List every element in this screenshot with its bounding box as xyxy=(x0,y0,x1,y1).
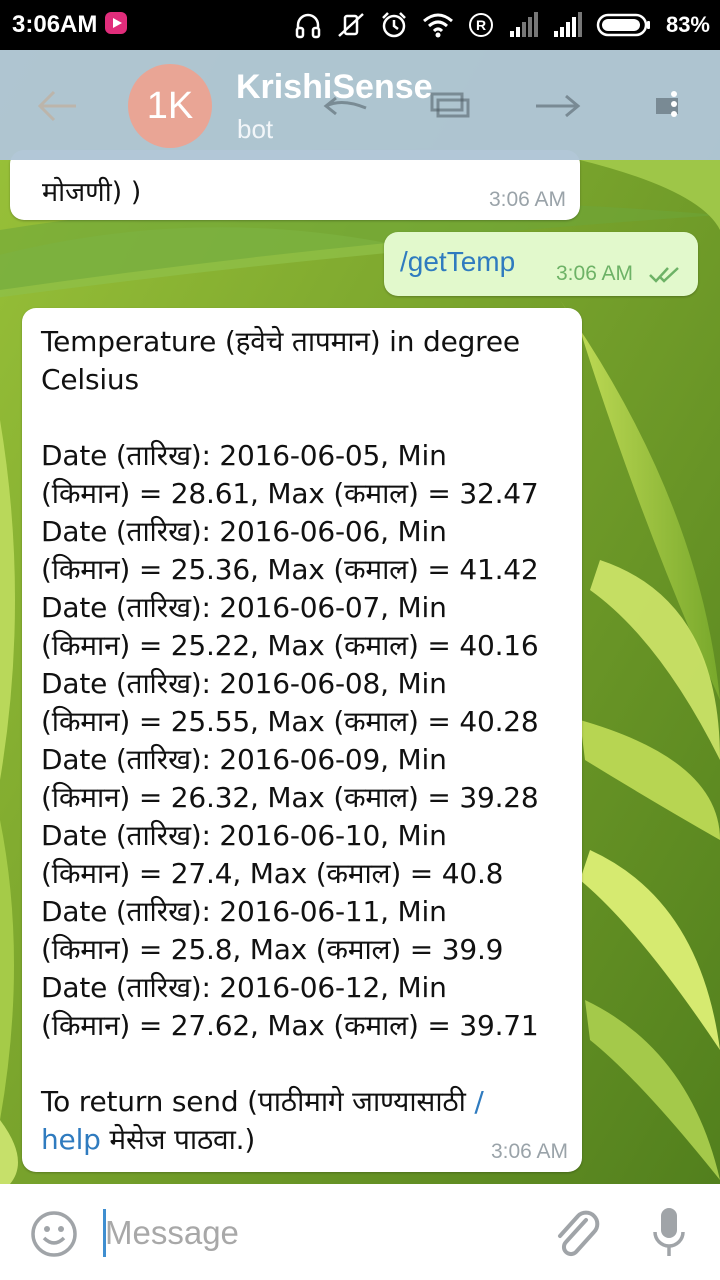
message-title-line: Temperature (हवेचे तापमान) in degree xyxy=(41,325,520,358)
mute-icon xyxy=(338,13,364,37)
delete-icon xyxy=(656,91,678,117)
signal-icon xyxy=(553,12,582,37)
footer-text: To return send (पाठीमागे जाण्यासाठी xyxy=(41,1085,475,1118)
message-input-bar xyxy=(0,1184,720,1280)
chat-subtitle: bot xyxy=(237,114,274,144)
system-icons: R 83% xyxy=(294,8,710,42)
forecast-line: (किमान) = 27.4, Max (कमाल) = 40.8 xyxy=(41,857,504,890)
forecast-line: Date (तारिख): 2016-06-11, Min xyxy=(41,895,447,928)
status-time: 3:06AM xyxy=(12,11,98,38)
chat-header: 1K KrishiSense bot xyxy=(0,50,720,160)
reply-icon xyxy=(323,96,367,116)
forecast-line: Date (तारिख): 2016-06-12, Min xyxy=(41,971,447,1004)
command-link[interactable]: /getTemp xyxy=(400,246,515,278)
forecast-line: (किमान) = 25.8, Max (कमाल) = 39.9 xyxy=(41,933,504,966)
footer-line: To return send (पाठीमागे जाण्यासाठी / xyxy=(41,1083,571,1121)
double-check-icon xyxy=(649,267,679,283)
help-command-link[interactable]: / xyxy=(474,1085,483,1118)
svg-text:R: R xyxy=(476,17,486,33)
forecast-line: (किमान) = 25.55, Max (कमाल) = 40.28 xyxy=(41,705,539,738)
forecast-line: Date (तारिख): 2016-06-10, Min xyxy=(41,819,447,852)
forecast-line: (किमान) = 28.61, Max (कमाल) = 32.47 xyxy=(41,477,539,510)
status-bar: 3:06AM R 83% xyxy=(0,0,720,50)
message-input[interactable] xyxy=(105,1208,525,1258)
avatar[interactable]: 1K xyxy=(128,64,212,148)
headphones-icon xyxy=(295,13,321,39)
help-command-link[interactable]: help xyxy=(41,1123,101,1156)
signal-icon xyxy=(509,12,538,37)
forward-icon xyxy=(536,94,581,118)
battery-percent: 83% xyxy=(665,12,710,37)
message-body: Temperature (हवेचे तापमान) in degree Cel… xyxy=(41,323,571,1159)
media-app-icon xyxy=(105,12,127,34)
microphone-icon[interactable] xyxy=(652,1206,686,1260)
forecast-line: Date (तारिख): 2016-06-09, Min xyxy=(41,743,447,776)
forecast-line: Date (तारिख): 2016-06-05, Min xyxy=(41,439,447,472)
forecast-line: (किमान) = 27.62, Max (कमाल) = 39.71 xyxy=(41,1009,539,1042)
forecast-line: Date (तारिख): 2016-06-06, Min xyxy=(41,515,447,548)
forecast-line: (किमान) = 25.22, Max (कमाल) = 40.16 xyxy=(41,629,539,662)
emoji-icon[interactable] xyxy=(30,1210,78,1258)
footer-text: मेसेज पाठवा.) xyxy=(100,1123,256,1156)
battery-icon xyxy=(596,13,650,37)
message-bubble-outgoing[interactable]: /getTemp 3:06 AM xyxy=(384,232,698,296)
forecast-line: Date (तारिख): 2016-06-08, Min xyxy=(41,667,447,700)
roaming-icon: R xyxy=(468,13,493,37)
paperclip-icon[interactable] xyxy=(552,1208,600,1260)
message-time: 3:06 AM xyxy=(556,262,634,285)
wifi-icon xyxy=(422,13,453,38)
back-arrow-icon[interactable] xyxy=(36,86,80,126)
message-bubble-incoming[interactable]: Temperature (हवेचे तापमान) in degree Cel… xyxy=(22,308,582,1172)
message-text: मोजणी) ) xyxy=(42,177,142,208)
message-bubble-previous[interactable]: मोजणी) ) 3:06 AM xyxy=(10,150,580,220)
message-title-line: Celsius xyxy=(41,363,139,396)
forecast-line: Date (तारिख): 2016-06-07, Min xyxy=(41,591,447,624)
message-time: 3:06 AM xyxy=(488,188,566,211)
alarm-icon xyxy=(382,12,406,38)
forecast-line: (किमान) = 26.32, Max (कमाल) = 39.28 xyxy=(41,781,539,814)
forecast-line: (किमान) = 25.36, Max (कमाल) = 41.42 xyxy=(41,553,539,586)
message-time: 3:06 AM xyxy=(490,1140,568,1163)
copy-icon xyxy=(430,92,470,118)
